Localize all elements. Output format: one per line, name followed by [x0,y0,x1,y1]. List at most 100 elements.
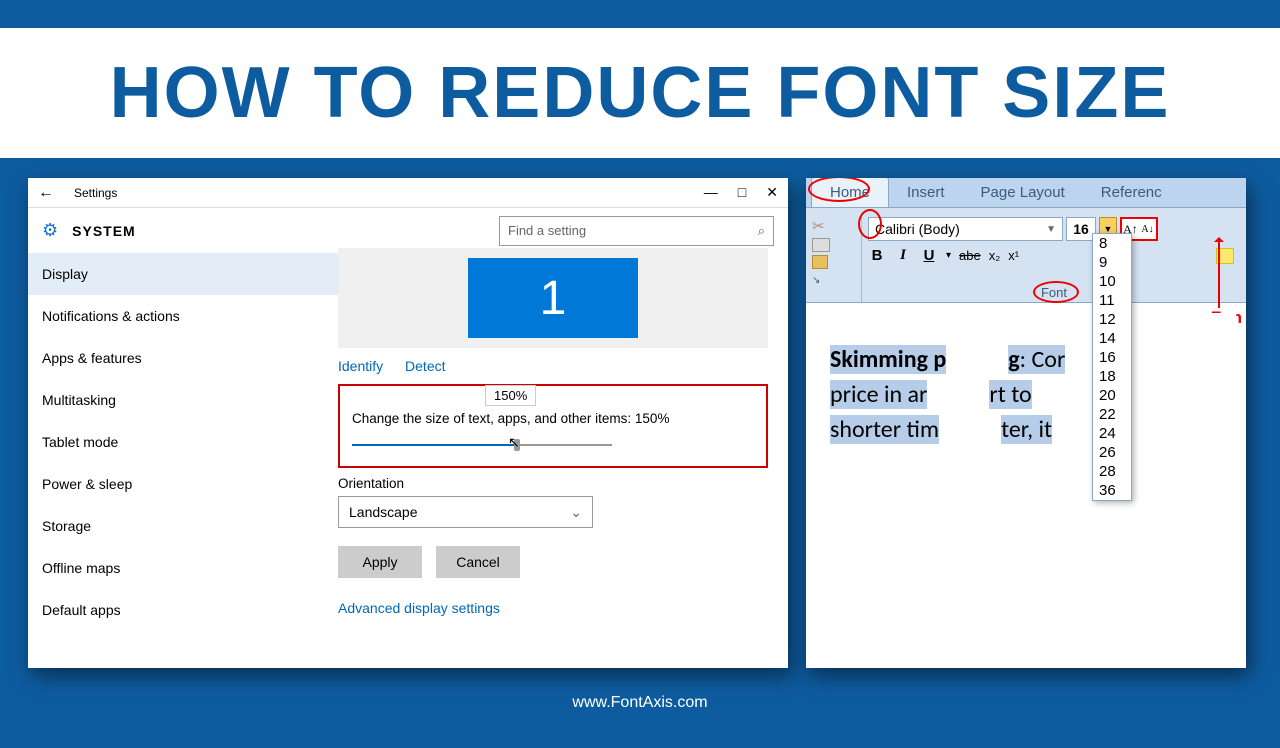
settings-window: ← Settings — □ ✕ ⚙ SYSTEM Find a setting… [28,178,788,668]
annotation-arrow [1218,238,1220,308]
scale-highlight-box: 150% Change the size of text, apps, and … [338,384,768,468]
superscript-button[interactable]: x¹ [1008,248,1019,263]
sidebar-item-storage[interactable]: Storage [28,505,338,547]
detect-link[interactable]: Detect [405,358,445,374]
size-option[interactable]: 11 [1093,291,1131,310]
font-section: Calibri (Body) ▼ 16 ▼ A↑ A↓ B I U [862,213,1246,302]
size-option[interactable]: 22 [1093,405,1131,424]
size-option[interactable]: 26 [1093,443,1131,462]
search-input[interactable]: Find a setting ⌕ [499,216,774,246]
tab-home[interactable]: Home [811,178,889,207]
content-row: Display Notifications & actions Apps & f… [28,253,788,663]
sidebar-item-notifications[interactable]: Notifications & actions [28,295,338,337]
doc-line2b: rt to [989,380,1031,409]
sidebar-item-power[interactable]: Power & sleep [28,463,338,505]
font-size-dropdown-list[interactable]: 8 9 10 11 12 14 16 18 20 22 24 26 28 36 [1092,233,1132,501]
size-option[interactable]: 10 [1093,272,1131,291]
annotation-circle-sizedd [858,209,882,239]
tab-insert[interactable]: Insert [889,178,963,207]
font-row-2: B I U ▾ abe x₂ x¹ [868,247,1240,264]
underline-dd-icon[interactable]: ▾ [946,250,951,261]
window-titlebar: ← Settings — □ ✕ [28,178,788,208]
strike-button[interactable]: abe [959,248,981,263]
sidebar-item-display[interactable]: Display [28,253,338,295]
font-row-1: Calibri (Body) ▼ 16 ▼ A↑ A↓ [868,217,1240,241]
tab-references[interactable]: Referenc [1083,178,1180,207]
button-row: Apply Cancel [338,546,768,578]
slider-fill [352,444,517,446]
doc-line1b: g [1008,345,1019,374]
italic-button[interactable]: I [894,247,912,264]
font-name-dropdown[interactable]: Calibri (Body) ▼ [868,217,1063,241]
monitor-1[interactable]: 1 [468,258,638,338]
doc-line1a: Skimming p [830,345,946,374]
section-header: ⚙ SYSTEM Find a setting ⌕ [28,208,788,253]
scale-label: Change the size of text, apps, and other… [352,411,754,426]
scale-slider[interactable] [352,444,612,446]
display-links: Identify Detect [338,358,768,374]
cursor-icon: ↖ [508,434,520,451]
display-settings-pane: 1 Identify Detect 150% Change the size o… [338,253,788,663]
cut-icon[interactable]: ✂ [812,217,855,235]
size-option[interactable]: 12 [1093,310,1131,329]
size-option[interactable]: 20 [1093,386,1131,405]
cancel-button[interactable]: Cancel [436,546,520,578]
advanced-link[interactable]: Advanced display settings [338,600,768,616]
size-option[interactable]: 24 [1093,424,1131,443]
monitor-preview: 1 [338,248,768,348]
size-option[interactable]: 28 [1093,462,1131,481]
clipboard-section: ✂ ↘ [806,213,862,302]
page-title: HOW TO REDUCE FONT SIZE [110,52,1171,134]
size-option[interactable]: 8 [1093,234,1131,253]
close-icon[interactable]: ✕ [766,184,778,201]
size-option[interactable]: 16 [1093,348,1131,367]
subscript-button[interactable]: x₂ [989,248,1001,263]
identify-link[interactable]: Identify [338,358,383,374]
word-window: Home Insert Page Layout Referenc ✂ ↘ Cal… [806,178,1246,668]
underline-button[interactable]: U [920,247,938,264]
font-name-value: Calibri (Body) [875,221,960,237]
doc-line2a: price in ar [830,380,927,409]
orientation-dropdown[interactable]: Landscape ⌄ [338,496,593,528]
orientation-value: Landscape [349,504,418,520]
section-title: SYSTEM [72,223,136,239]
annotation-circle-font [1033,281,1079,303]
back-icon[interactable]: ← [38,184,54,202]
size-option[interactable]: 14 [1093,329,1131,348]
font-section-label: Font [1041,285,1067,300]
copy-icon[interactable] [812,238,830,252]
footer-url: www.FontAxis.com [0,694,1280,712]
bold-button[interactable]: B [868,247,886,264]
sidebar-item-tablet[interactable]: Tablet mode [28,421,338,463]
size-option[interactable]: 36 [1093,481,1131,500]
doc-line1c: : Cor [1020,345,1066,374]
main-area: ← Settings — □ ✕ ⚙ SYSTEM Find a setting… [0,158,1280,668]
search-icon: ⌕ [758,223,765,239]
size-option[interactable]: 9 [1093,253,1131,272]
sidebar-item-multitasking[interactable]: Multitasking [28,379,338,421]
doc-line3a: shorter tim [830,415,939,444]
sidebar-item-apps[interactable]: Apps & features [28,337,338,379]
window-title: Settings [74,186,704,200]
document-text: Skimming p g: Cor price in ar rt to shorte… [830,343,1222,447]
minimize-icon[interactable]: — [704,184,718,201]
chevron-down-icon: ▼ [1046,224,1056,235]
sidebar-item-maps[interactable]: Offline maps [28,547,338,589]
title-banner: HOW TO REDUCE FONT SIZE [0,28,1280,158]
word-ribbon: ✂ ↘ Calibri (Body) ▼ 16 ▼ A↑ [806,208,1246,303]
paste-icon[interactable] [812,255,828,269]
clipboard-expand-icon[interactable]: ↘ [812,275,855,286]
tab-pagelayout[interactable]: Page Layout [963,178,1083,207]
document-area[interactable]: Skimming p g: Cor price in ar rt to shorte… [816,313,1236,653]
word-tabs: Home Insert Page Layout Referenc [806,178,1246,208]
gear-icon: ⚙ [42,220,58,241]
orientation-label: Orientation [338,476,768,491]
size-option[interactable]: 18 [1093,367,1131,386]
chevron-down-icon: ⌄ [570,504,582,521]
apply-button[interactable]: Apply [338,546,422,578]
sidebar-item-defaultapps[interactable]: Default apps [28,589,338,631]
shrink-font-button[interactable]: A↓ [1139,219,1156,239]
window-controls: — □ ✕ [704,184,778,201]
maximize-icon[interactable]: □ [738,184,746,201]
search-placeholder: Find a setting [508,223,586,238]
